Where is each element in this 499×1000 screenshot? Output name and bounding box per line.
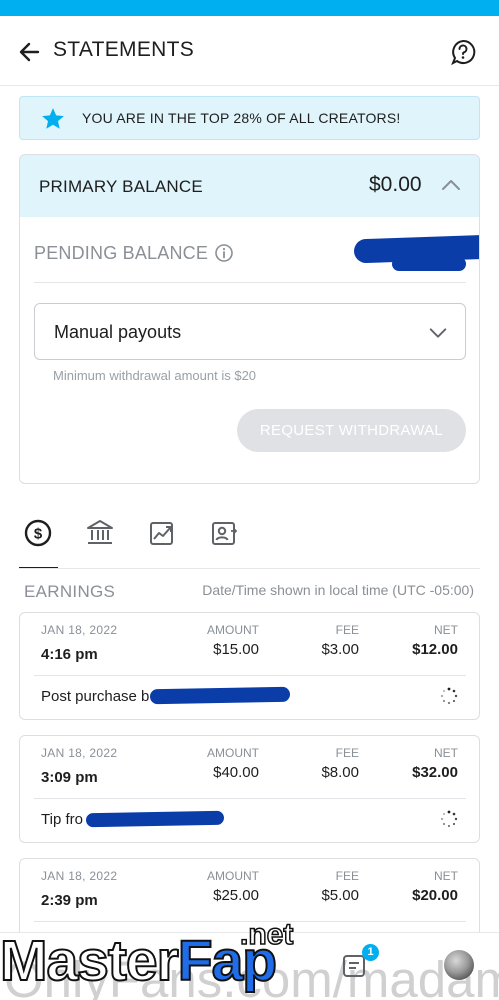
earning-date: JAN 18, 2022 [41,869,118,883]
star-icon [40,106,66,137]
svg-text:$: $ [34,526,43,543]
earning-amount: $15.00 [213,641,259,658]
earning-time: 3:09 pm [41,769,98,786]
minimum-withdrawal-note: Minimum withdrawal amount is $20 [53,368,257,383]
earning-description: Post purchase b [41,688,150,705]
earning-date: JAN 18, 2022 [41,746,118,760]
divider [34,282,466,283]
earning-net: $20.00 [412,887,458,904]
earning-fee: $3.00 [321,641,359,658]
row-divider [34,798,466,799]
status-bar [0,0,499,16]
net-header: NET [434,623,458,637]
net-header: NET [434,869,458,883]
pending-balance-label: PENDING BALANCE [34,243,209,263]
description-redaction [149,686,291,705]
payouts-tab-bank-icon[interactable] [83,516,121,550]
ranking-text: YOU ARE IN THE TOP 28% OF ALL CREATORS! [82,110,401,126]
earning-fee: $5.00 [321,887,359,904]
tabs-divider [19,568,480,569]
info-icon[interactable] [214,243,234,268]
earning-description: Tip fro [41,811,83,828]
statistics-tab-chart-icon[interactable] [145,516,183,550]
description-redaction [85,810,225,828]
app-header: STATEMENTS [0,16,499,86]
pending-spinner-icon [440,687,458,710]
earning-time: 2:39 pm [41,892,98,909]
page-title: STATEMENTS [53,38,195,61]
timezone-note: Date/Time shown in local time (UTC -05:0… [202,582,474,598]
balance-card: PRIMARY BALANCE $0.00 PENDING BALANCE Ma… [19,154,480,484]
back-arrow-icon[interactable] [16,38,44,66]
messages-badge: 1 [362,944,379,961]
request-withdrawal-button[interactable]: REQUEST WITHDRAWAL [237,409,466,452]
earning-net: $12.00 [412,641,458,658]
earning-amount: $40.00 [213,764,259,781]
watermark-tld: .net [239,917,294,952]
pending-amount-redaction [392,257,466,271]
earning-net: $32.00 [412,764,458,781]
net-header: NET [434,746,458,760]
earning-fee: $8.00 [321,764,359,781]
watermark-main: Master [0,928,180,994]
amount-header: AMOUNT [207,869,259,883]
primary-balance-row[interactable]: PRIMARY BALANCE $0.00 [20,155,479,217]
earning-time: 4:16 pm [41,646,98,663]
ranking-banner: YOU ARE IN THE TOP 28% OF ALL CREATORS! [19,96,480,140]
earning-amount: $25.00 [213,887,259,904]
avatar[interactable] [444,950,474,980]
help-icon[interactable] [449,38,477,66]
watermark-logo: MasterFap [0,928,278,994]
fee-header: FEE [335,746,359,760]
chevron-up-icon[interactable] [439,173,463,202]
earnings-tab-dollar-circle-icon[interactable]: $ [21,516,59,550]
row-divider [34,675,466,676]
primary-balance-amount: $0.00 [369,173,422,196]
earning-row[interactable]: JAN 18, 2022 3:09 pm AMOUNT $40.00 FEE $… [19,735,480,843]
earning-row[interactable]: JAN 18, 2022 4:16 pm AMOUNT $15.00 FEE $… [19,612,480,720]
earnings-heading: EARNINGS [24,582,116,601]
primary-balance-label: PRIMARY BALANCE [39,177,203,196]
amount-header: AMOUNT [207,623,259,637]
earning-date: JAN 18, 2022 [41,623,118,637]
fee-header: FEE [335,869,359,883]
statement-tabs: $ [19,516,480,569]
amount-header: AMOUNT [207,746,259,760]
payout-method-value: Manual payouts [54,322,182,342]
fee-header: FEE [335,623,359,637]
pending-spinner-icon [440,810,458,833]
referrals-tab-profile-card-icon[interactable] [207,516,245,550]
chevron-down-icon [427,322,449,349]
payout-method-select[interactable]: Manual payouts [34,303,466,360]
